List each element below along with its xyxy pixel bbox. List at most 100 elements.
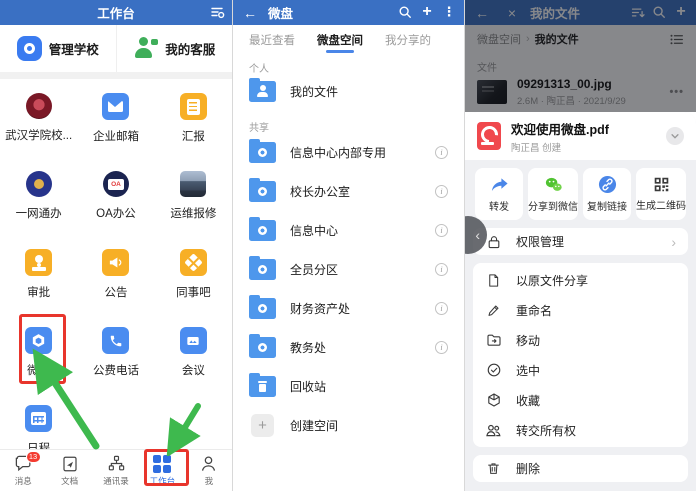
drive-item-my-files[interactable]: 我的文件 [233,73,464,109]
forward-icon [490,175,509,194]
tab-drive-space[interactable]: 微盘空间 [317,25,363,55]
school-manage-icon [17,36,42,61]
document-icon [61,455,79,473]
colleagues-icon [180,249,207,276]
drive-item-name: 财务资产处 [290,300,350,317]
info-icon[interactable]: i [435,263,448,276]
repair-photo-icon [180,171,206,197]
quick-actions-row: 管理学校 我的客服 [0,25,232,72]
drive-item-all-staff[interactable]: 全员分区 i [233,250,464,289]
panel-my-files: ← × 我的文件 + 微盘空间 › 我的文件 文件 [464,0,696,491]
sheet-file-name: 欢迎使用微盘.pdf [511,119,609,138]
generate-qrcode-button[interactable]: 生成二维码 [636,168,686,220]
manage-settings-icon[interactable] [206,1,228,23]
file-action-sheet: 欢迎使用微盘.pdf 陶正昌 创建 转发 分享到微信 复制 [465,112,696,491]
sheet-quick-actions: 转发 分享到微信 复制链接 生成二维码 [475,168,686,220]
back-icon[interactable]: ← [239,2,261,24]
app-grid: 武汉学院校... 企业邮箱 汇报 一网通办 OA OA办公 运维报修 [0,79,232,475]
quick-item-manage-school[interactable]: 管理学校 [0,25,117,72]
delete-row[interactable]: 删除 [473,455,688,482]
app-item-school-site[interactable]: 武汉学院校... [0,85,77,163]
menu-item-rename[interactable]: 重命名 [473,295,688,325]
oa-logo-text: OA [108,179,124,190]
drive-item-name: 信息中心 [290,222,338,239]
app-item-repair[interactable]: 运维报修 [155,163,232,241]
app-item-meeting[interactable]: 会议 [155,319,232,397]
info-icon[interactable]: i [435,302,448,315]
nav-item-me[interactable]: 我 [186,450,232,491]
tab-recent[interactable]: 最近查看 [249,25,295,55]
workbench-header: 工作台 [0,0,232,25]
search-icon[interactable] [394,1,416,23]
info-icon[interactable]: i [435,224,448,237]
nav-item-messages[interactable]: 13 消息 [0,450,46,491]
school-logo-icon [26,93,52,119]
drive-item-name: 全员分区 [290,261,338,278]
chevron-down-icon[interactable] [666,127,684,145]
app-label: 武汉学院校... [5,127,72,143]
quick-item-my-service[interactable]: 我的客服 [117,25,233,72]
app-label: 公告 [104,284,127,300]
tab-my-shares[interactable]: 我分享的 [385,25,431,55]
modal-dim-overlay[interactable] [465,0,696,112]
drive-item-recycle-bin[interactable]: 回收站 [233,367,464,406]
action-label: 转发 [489,198,509,213]
menu-item-select[interactable]: 选中 [473,355,688,385]
lock-icon [485,233,502,250]
drive-item-principal-office[interactable]: 校长办公室 i [233,172,464,211]
forward-button[interactable]: 转发 [475,168,523,220]
copy-link-button[interactable]: 复制链接 [583,168,631,220]
original-file-icon [485,272,502,289]
info-icon[interactable]: i [435,185,448,198]
action-label: 生成二维码 [636,197,686,212]
app-item-oa-office[interactable]: OA OA办公 [77,163,154,241]
folder-shared-icon [249,142,276,163]
drive-item-name: 教务处 [290,339,326,356]
drive-item-name: 信息中心内部专用 [290,144,386,161]
info-icon[interactable]: i [435,341,448,354]
quick-item-label: 管理学校 [49,39,99,58]
action-label: 复制链接 [587,198,627,213]
app-label: 一网通办 [16,205,62,221]
app-label: 同事吧 [176,284,211,300]
report-icon [180,93,207,120]
menu-label: 重命名 [516,302,552,319]
bottom-nav: 13 消息 文档 通讯录 工作台 我 [0,449,232,491]
menu-item-favorite[interactable]: 收藏 [473,385,688,415]
share-to-wechat-button[interactable]: 分享到微信 [528,168,578,220]
app-item-enterprise-mail[interactable]: 企业邮箱 [77,85,154,163]
menu-item-transfer-ownership[interactable]: 转交所有权 [473,415,688,445]
add-icon[interactable]: + [416,1,438,23]
section-divider [0,72,232,79]
permission-management-row[interactable]: 权限管理 › [473,228,688,255]
drive-item-info-center-internal[interactable]: 信息中心内部专用 i [233,133,464,172]
create-space-button[interactable]: 创建空间 [233,406,464,445]
app-item-colleagues[interactable]: 同事吧 [155,241,232,319]
app-item-phone[interactable]: 公费电话 [77,319,154,397]
trash-icon [485,460,502,477]
folder-shared-icon [249,220,276,241]
app-label: 审批 [27,284,50,300]
drive-item-academic-affairs[interactable]: 教务处 i [233,328,464,367]
app-item-approval[interactable]: 审批 [0,241,77,319]
wedrive-title: 微盘 [268,3,293,22]
section-label-shared: 共享 [233,109,464,133]
nav-item-docs[interactable]: 文档 [46,450,92,491]
sheet-file-header: 欢迎使用微盘.pdf 陶正昌 创建 [465,112,696,160]
more-menu-icon[interactable]: ⋮ [438,1,460,23]
favorite-box-icon [485,392,502,409]
chevron-right-icon: › [671,235,676,249]
menu-item-share-original[interactable]: 以原文件分享 [473,265,688,295]
app-item-gov-portal[interactable]: 一网通办 [0,163,77,241]
drive-item-info-center[interactable]: 信息中心 i [233,211,464,250]
highlight-box-wedrive [19,314,66,384]
menu-item-move[interactable]: 移动 [473,325,688,355]
menu-label: 选中 [516,362,540,379]
info-icon[interactable]: i [435,146,448,159]
drive-item-finance-assets[interactable]: 财务资产处 i [233,289,464,328]
nav-item-contacts[interactable]: 通讯录 [93,450,139,491]
person-icon [199,454,218,473]
menu-label: 收藏 [516,392,540,409]
app-item-report[interactable]: 汇报 [155,85,232,163]
app-item-announcement[interactable]: 公告 [77,241,154,319]
